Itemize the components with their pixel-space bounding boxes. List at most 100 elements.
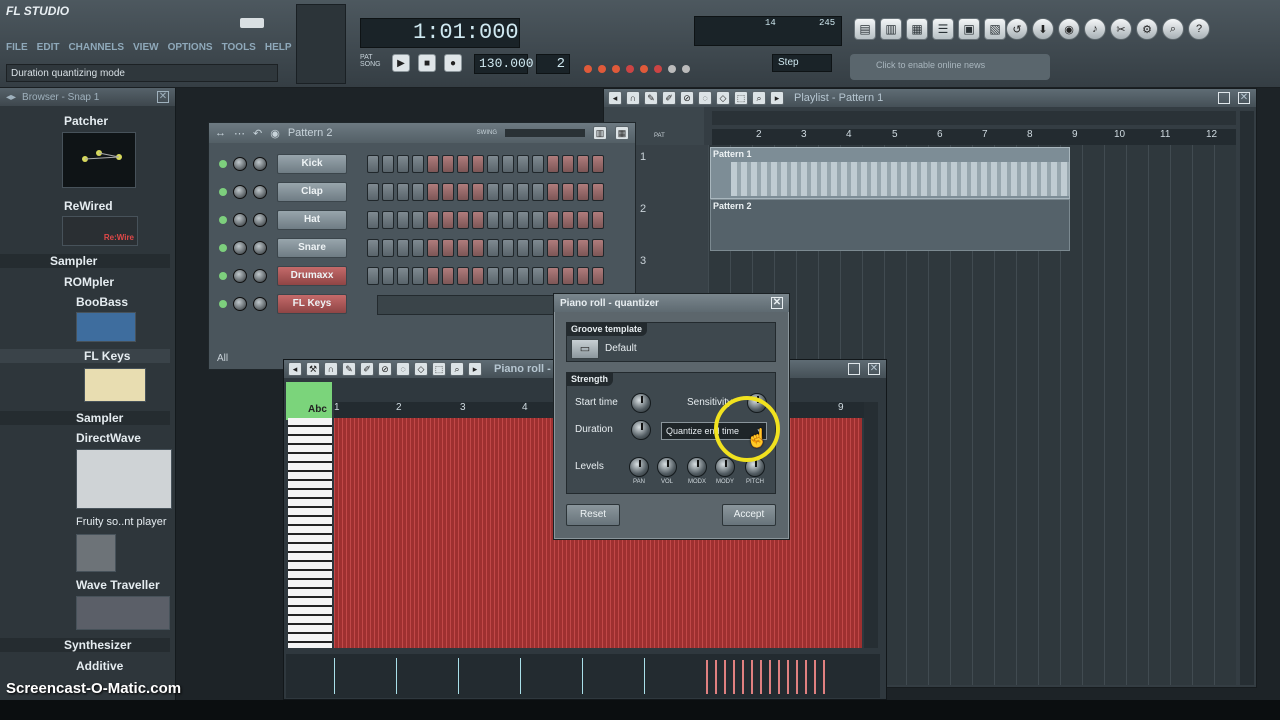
step-button[interactable] bbox=[532, 183, 544, 201]
tempo-display[interactable]: 130.000 bbox=[474, 54, 534, 74]
pan-level-knob[interactable] bbox=[629, 457, 649, 477]
step-button[interactable] bbox=[517, 211, 529, 229]
menu-channels[interactable]: CHANNELS bbox=[68, 42, 124, 58]
step-button[interactable] bbox=[367, 211, 379, 229]
step-button[interactable] bbox=[577, 211, 589, 229]
undo-icon[interactable]: ↺ bbox=[1006, 18, 1028, 40]
step-button[interactable] bbox=[472, 211, 484, 229]
step-button[interactable] bbox=[592, 239, 604, 257]
track-2-label[interactable]: 2 bbox=[640, 203, 646, 215]
step-button[interactable] bbox=[592, 155, 604, 173]
delete-icon[interactable]: ⊘ bbox=[378, 362, 392, 376]
duration-knob[interactable] bbox=[631, 420, 651, 440]
step-button[interactable] bbox=[442, 183, 454, 201]
track-3-label[interactable]: 3 bbox=[640, 255, 646, 267]
mody-level-knob[interactable] bbox=[715, 457, 735, 477]
pattern-icon[interactable]: ◉ bbox=[270, 127, 280, 140]
step-button[interactable] bbox=[457, 183, 469, 201]
accept-button[interactable]: Accept bbox=[722, 504, 776, 526]
mute-icon[interactable]: ◌ bbox=[396, 362, 410, 376]
step-button[interactable] bbox=[427, 211, 439, 229]
step-button[interactable] bbox=[487, 155, 499, 173]
mute-icon[interactable]: ◌ bbox=[698, 91, 712, 105]
step-button[interactable] bbox=[517, 267, 529, 285]
step-button[interactable] bbox=[502, 267, 514, 285]
step-button[interactable] bbox=[412, 267, 424, 285]
browser-item-directwave[interactable]: DirectWave bbox=[0, 431, 170, 445]
play-icon[interactable]: ▸ bbox=[468, 362, 482, 376]
options-icon[interactable]: ⋯ bbox=[234, 127, 245, 140]
step-button[interactable] bbox=[457, 155, 469, 173]
step-button[interactable] bbox=[547, 239, 559, 257]
step-button[interactable] bbox=[412, 239, 424, 257]
channel-led[interactable] bbox=[219, 188, 227, 196]
playlist-vertical-scrollbar[interactable] bbox=[1240, 111, 1254, 685]
volume-knob[interactable] bbox=[253, 297, 267, 311]
folder-icon[interactable]: ▭ bbox=[571, 339, 599, 359]
menu-arrow-icon[interactable]: ◂ bbox=[608, 91, 622, 105]
playlist-ruler[interactable]: 2 3 4 5 6 7 8 9 10 11 12 bbox=[712, 129, 1236, 145]
record-options[interactable] bbox=[584, 54, 764, 84]
pencil-icon[interactable]: ✎ bbox=[644, 91, 658, 105]
piano-view-icon[interactable]: ▦ bbox=[906, 18, 928, 40]
step-button[interactable] bbox=[517, 183, 529, 201]
channel-view-icon[interactable]: ☰ bbox=[932, 18, 954, 40]
step-button[interactable] bbox=[502, 183, 514, 201]
groove-template-value[interactable]: Default bbox=[605, 343, 637, 354]
velocity-editor[interactable] bbox=[286, 654, 880, 698]
step-button[interactable] bbox=[382, 155, 394, 173]
step-button[interactable] bbox=[562, 211, 574, 229]
step-button[interactable] bbox=[427, 239, 439, 257]
step-button[interactable] bbox=[562, 155, 574, 173]
master-volume-slider[interactable] bbox=[296, 4, 346, 84]
channel-button-hat[interactable]: Hat bbox=[277, 210, 347, 230]
step-button[interactable] bbox=[367, 267, 379, 285]
step-button[interactable] bbox=[532, 267, 544, 285]
volume-knob[interactable] bbox=[253, 269, 267, 283]
step-button[interactable] bbox=[547, 155, 559, 173]
step-button[interactable] bbox=[367, 183, 379, 201]
step-button[interactable] bbox=[592, 211, 604, 229]
browser-item-wave-traveller[interactable]: Wave Traveller bbox=[0, 578, 170, 592]
step-button[interactable] bbox=[397, 239, 409, 257]
step-button[interactable] bbox=[442, 211, 454, 229]
browser-view-icon[interactable]: ▧ bbox=[984, 18, 1006, 40]
render-icon[interactable]: ◉ bbox=[1058, 18, 1080, 40]
online-news-bar[interactable]: Click to enable online news bbox=[850, 54, 1050, 80]
step-button[interactable] bbox=[487, 183, 499, 201]
step-button[interactable] bbox=[412, 155, 424, 173]
zoom-icon[interactable]: ⌕ bbox=[752, 91, 766, 105]
plugin-view-icon[interactable]: ▣ bbox=[958, 18, 980, 40]
step-button[interactable] bbox=[442, 267, 454, 285]
snap-selector[interactable]: Step bbox=[772, 54, 832, 72]
close-icon[interactable]: ✕ bbox=[771, 297, 783, 309]
channel-button-clap[interactable]: Clap bbox=[277, 182, 347, 202]
step-button[interactable] bbox=[547, 183, 559, 201]
browser-item-patcher[interactable]: Patcher bbox=[0, 114, 170, 128]
menu-view[interactable]: VIEW bbox=[133, 42, 159, 58]
step-button[interactable] bbox=[532, 211, 544, 229]
slice-icon[interactable]: ◇ bbox=[414, 362, 428, 376]
maximize-icon[interactable] bbox=[1218, 92, 1230, 104]
playlist-scrollbar[interactable] bbox=[712, 111, 1236, 125]
select-icon[interactable]: ⬚ bbox=[432, 362, 446, 376]
step-button[interactable] bbox=[502, 211, 514, 229]
modx-level-knob[interactable] bbox=[687, 457, 707, 477]
record-button[interactable]: ● bbox=[444, 54, 462, 72]
graph-icon[interactable]: ▥ bbox=[593, 126, 607, 140]
step-button[interactable] bbox=[382, 211, 394, 229]
play-icon[interactable]: ▸ bbox=[770, 91, 784, 105]
pattern-1-clip[interactable]: Pattern 1 bbox=[710, 147, 1070, 199]
channel-led[interactable] bbox=[219, 272, 227, 280]
volume-knob[interactable] bbox=[253, 157, 267, 171]
step-button[interactable] bbox=[592, 183, 604, 201]
step-button[interactable] bbox=[397, 183, 409, 201]
undo-icon[interactable]: ↶ bbox=[253, 127, 262, 140]
menu-tools[interactable]: TOOLS bbox=[222, 42, 256, 58]
channel-button-snare[interactable]: Snare bbox=[277, 238, 347, 258]
step-button[interactable] bbox=[502, 155, 514, 173]
browser-folder-additive[interactable]: Additive bbox=[0, 659, 170, 673]
close-icon[interactable]: ✕ bbox=[157, 91, 169, 103]
step-button[interactable] bbox=[502, 239, 514, 257]
pan-knob[interactable] bbox=[233, 241, 247, 255]
